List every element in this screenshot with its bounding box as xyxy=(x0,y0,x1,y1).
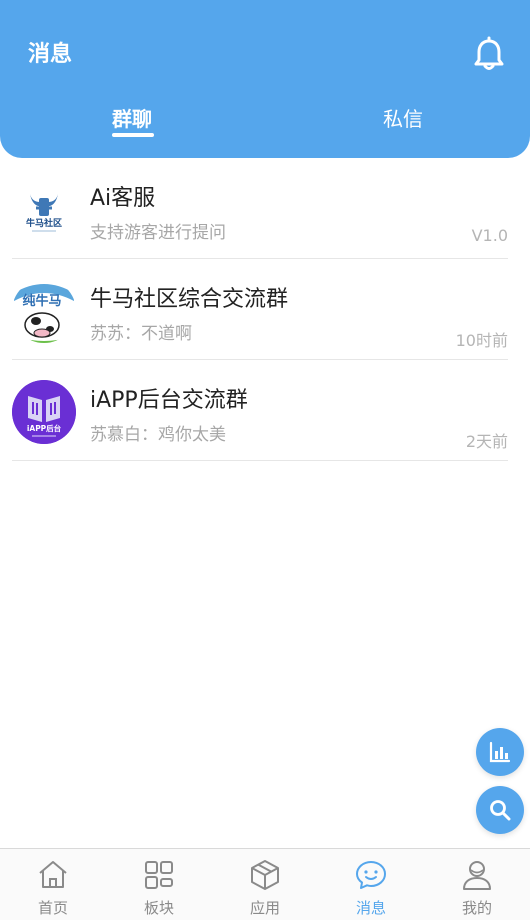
chat-name: iAPP后台交流群 xyxy=(90,388,248,413)
tabbar-label: 板块 xyxy=(143,899,174,917)
bell-icon[interactable] xyxy=(470,36,508,74)
bottom-tab-bar: 首页 板块 应用 消息 我的 xyxy=(0,848,530,920)
chat-preview: 苏慕白：鸡你太美 xyxy=(90,425,226,445)
user-icon xyxy=(463,861,491,890)
chat-item-iapp-group[interactable]: iAPP后台 iAPP后台交流群 苏慕白：鸡你太美 2天前 xyxy=(0,360,530,461)
svg-text:牛马社区: 牛马社区 xyxy=(26,217,62,229)
header: 消息 群聊 私信 xyxy=(0,0,530,158)
search-button[interactable] xyxy=(476,786,524,834)
chat-name: Ai客服 xyxy=(90,186,156,211)
svg-text:纯牛马: 纯牛马 xyxy=(22,293,61,309)
chat-item-ai-service[interactable]: 牛马社区 Ai客服 支持游客进行提问 V1.0 xyxy=(0,158,530,259)
tab-private-message[interactable]: 私信 xyxy=(383,103,423,132)
cube-icon xyxy=(251,860,279,890)
chat-bubble-icon xyxy=(356,861,386,889)
chat-name: 牛马社区综合交流群 xyxy=(90,287,289,312)
tabbar-label: 消息 xyxy=(355,899,386,917)
stats-button[interactable] xyxy=(476,728,524,776)
chat-time: 10时前 xyxy=(455,331,508,350)
divider xyxy=(12,460,508,461)
svg-text:iAPP后台: iAPP后台 xyxy=(27,423,62,433)
tabbar-item-home[interactable]: 首页 xyxy=(0,849,106,920)
bar-chart-icon xyxy=(489,741,511,763)
tab-group-chat[interactable]: 群聊 xyxy=(112,103,152,132)
tabbar-item-messages[interactable]: 消息 xyxy=(318,849,424,920)
search-icon xyxy=(490,800,511,821)
tabbar-item-apps[interactable]: 应用 xyxy=(212,849,318,920)
chat-time: 2天前 xyxy=(465,432,508,451)
active-tab-indicator xyxy=(112,133,154,137)
grid-icon xyxy=(145,861,173,889)
chat-time: V1.0 xyxy=(471,226,508,245)
tabbar-label: 首页 xyxy=(37,899,68,917)
chat-list: 牛马社区 Ai客服 支持游客进行提问 V1.0 纯牛马 牛马社区综合交流群 苏苏… xyxy=(0,158,530,461)
tabbar-item-profile[interactable]: 我的 xyxy=(424,849,530,920)
chat-item-niuma-group[interactable]: 纯牛马 牛马社区综合交流群 苏苏：不道啊 10时前 xyxy=(0,259,530,360)
chat-preview: 支持游客进行提问 xyxy=(90,223,226,243)
tabbar-label: 我的 xyxy=(461,899,492,917)
iapp-logo: iAPP后台 xyxy=(12,380,76,444)
niuma-community-logo: 牛马社区 xyxy=(12,178,76,242)
tabbar-label: 应用 xyxy=(249,899,280,917)
cow-cartoon-avatar: 纯牛马 xyxy=(12,279,76,343)
page-title: 消息 xyxy=(28,42,73,67)
tabbar-item-sections[interactable]: 板块 xyxy=(106,849,212,920)
home-icon xyxy=(39,861,67,888)
chat-preview: 苏苏：不道啊 xyxy=(90,324,192,344)
